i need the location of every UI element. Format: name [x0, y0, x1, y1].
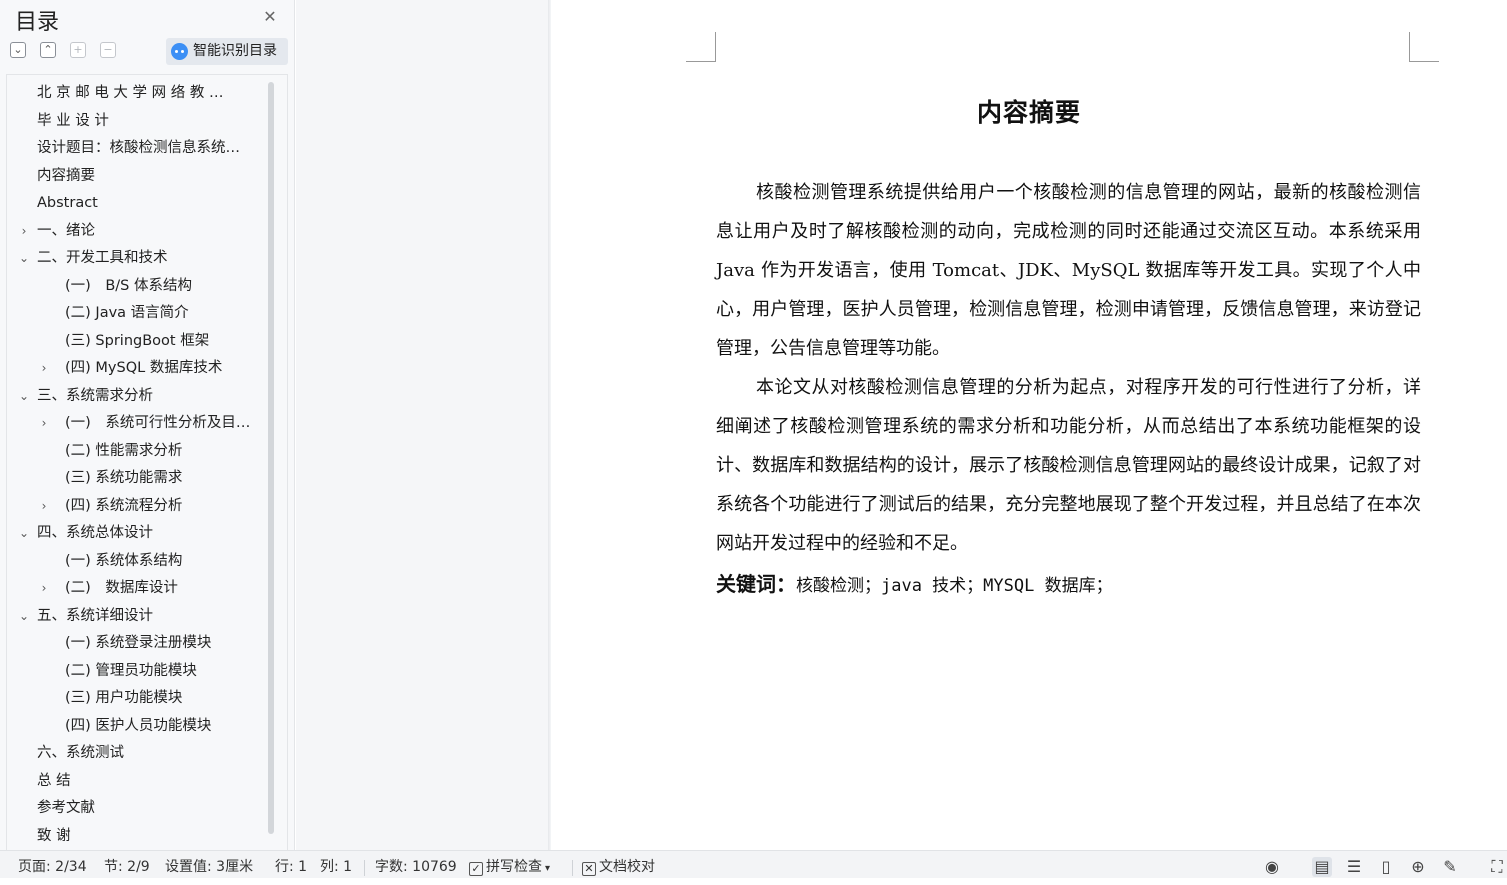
close-icon[interactable]: ✕	[261, 8, 279, 26]
expand-all-icon[interactable]: ⌄	[10, 42, 26, 58]
margin-corner-top-left	[686, 32, 716, 62]
divider	[364, 860, 365, 876]
chevron-down-icon[interactable]: ⌄	[17, 520, 31, 546]
status-col: 列: 1	[320, 859, 353, 875]
toc-scrollbar[interactable]	[268, 82, 274, 834]
toc-item[interactable]: 一、绪论	[37, 218, 95, 244]
status-bar: 页面: 2/34 节: 2/9 设置值: 3厘米 行: 1 列: 1 字数: 1…	[0, 850, 1507, 878]
web-view-icon[interactable]: ⊕	[1408, 857, 1428, 877]
toc-panel: 目录 ✕ ⌄ ⌃ + − 智能识别目录 北 京 邮 电 大 学 网 络 教 … 毕…	[0, 0, 295, 850]
status-row: 行: 1	[275, 859, 308, 875]
checkbox-icon: ✓	[469, 862, 483, 876]
doc-heading: 内容摘要	[976, 98, 1081, 127]
workspace-margin	[296, 0, 551, 850]
divider	[572, 860, 573, 876]
toc-title: 目录	[15, 10, 60, 35]
chevron-right-icon[interactable]: ›	[37, 410, 51, 436]
toc-item[interactable]: (四) MySQL 数据库技术	[65, 355, 222, 381]
status-setting: 设置值: 3厘米	[165, 859, 254, 875]
toc-toolbar: ⌄ ⌃ + − 智能识别目录	[0, 38, 295, 66]
proof-icon: ✕	[582, 862, 596, 876]
toc-item[interactable]: 二、开发工具和技术	[37, 245, 168, 271]
toc-item[interactable]: 内容摘要	[37, 163, 95, 189]
chevron-down-icon[interactable]: ⌄	[17, 383, 31, 409]
toc-item[interactable]: 设计题目：核酸检测信息系统…	[37, 135, 240, 161]
toc-item[interactable]: 北 京 邮 电 大 学 网 络 教 …	[37, 80, 223, 106]
reading-view-icon[interactable]: ▯	[1376, 857, 1396, 877]
toc-item[interactable]: 毕 业 设 计	[37, 108, 109, 134]
toc-item[interactable]: 六、系统测试	[37, 740, 124, 766]
add-level-icon[interactable]: +	[70, 42, 86, 58]
spell-check-button[interactable]: ✓ 拼写检查 ▾	[469, 851, 550, 879]
toc-item[interactable]: (四) 系统流程分析	[65, 493, 182, 519]
abstract-paragraph-1: 核酸检测管理系统提供给用户一个核酸检测的信息管理的网站，最新的核酸检测信息让用户…	[716, 182, 1421, 359]
toc-item[interactable]: (二) 管理员功能模块	[65, 658, 197, 684]
ai-bubble-icon	[171, 43, 188, 60]
toc-item[interactable]: (四) 医护人员功能模块	[65, 713, 211, 739]
toc-item[interactable]: 五、系统详细设计	[37, 603, 153, 629]
chevron-right-icon[interactable]: ›	[37, 493, 51, 519]
doc-proof-button[interactable]: ✕ 文档校对	[582, 851, 655, 879]
remove-level-icon[interactable]: −	[100, 42, 116, 58]
chevron-right-icon[interactable]: ›	[37, 575, 51, 601]
toc-item[interactable]: (二) 性能需求分析	[65, 438, 182, 464]
page-view-icon[interactable]: ▤	[1312, 857, 1332, 877]
chevron-down-icon: ▾	[545, 863, 551, 874]
chevron-right-icon[interactable]: ›	[17, 218, 31, 244]
keywords-value: 核酸检测；java 技术；MYSQL 数据库；	[796, 576, 1113, 596]
toc-item[interactable]: 四、系统总体设计	[37, 520, 153, 546]
write-mode-icon[interactable]: ✎	[1440, 857, 1460, 877]
toc-item[interactable]: (二) 数据库设计	[65, 575, 178, 601]
abstract-paragraph-2: 本论文从对核酸检测信息管理的分析为起点，对程序开发的可行性进行了分析，详细阐述了…	[716, 377, 1421, 554]
margin-corner-top-right	[1409, 32, 1439, 62]
fullscreen-icon[interactable]: ⛶	[1487, 857, 1507, 877]
toc-item[interactable]: (二) Java 语言简介	[65, 300, 189, 326]
eye-protection-icon[interactable]: ◉	[1262, 857, 1282, 877]
status-section: 节: 2/9	[104, 859, 150, 875]
smart-toc-label: 智能识别目录	[193, 43, 277, 59]
toc-item[interactable]: (三) 用户功能模块	[65, 685, 182, 711]
toc-item[interactable]: (一) 系统体系结构	[65, 548, 182, 574]
outline-view-icon[interactable]: ☰	[1344, 857, 1364, 877]
toc-item[interactable]: (一) 系统可行性分析及目…	[65, 410, 250, 436]
chevron-down-icon[interactable]: ⌄	[17, 245, 31, 271]
spell-check-label: 拼写检查	[486, 859, 542, 875]
toc-item[interactable]: 总 结	[37, 768, 71, 794]
smart-toc-button[interactable]: 智能识别目录	[166, 38, 288, 65]
toc-item[interactable]: 参考文献	[37, 795, 95, 821]
collapse-all-icon[interactable]: ⌃	[40, 42, 56, 58]
chevron-down-icon[interactable]: ⌄	[17, 603, 31, 629]
keywords-line: 关键词：核酸检测；java 技术；MYSQL 数据库；	[716, 566, 1113, 604]
status-page[interactable]: 页面: 2/34	[18, 851, 87, 879]
toc-item[interactable]: 三、系统需求分析	[37, 383, 153, 409]
document-page[interactable]: 内容摘要 核酸检测管理系统提供给用户一个核酸检测的信息管理的网站，最新的核酸检测…	[551, 0, 1507, 850]
doc-proof-label: 文档校对	[599, 859, 655, 875]
toc-item[interactable]: (三) SpringBoot 框架	[65, 328, 209, 354]
status-word-count[interactable]: 字数: 10769	[375, 851, 457, 879]
keywords-label: 关键词：	[716, 572, 796, 596]
toc-item[interactable]: (一) 系统登录注册模块	[65, 630, 211, 656]
toc-header: 目录 ✕	[0, 0, 295, 36]
toc-item[interactable]: (一) B/S 体系结构	[65, 273, 192, 299]
chevron-right-icon[interactable]: ›	[37, 355, 51, 381]
toc-item[interactable]: Abstract	[37, 190, 98, 216]
toc-item[interactable]: (三) 系统功能需求	[65, 465, 182, 491]
toc-item[interactable]: 致 谢	[37, 823, 71, 849]
